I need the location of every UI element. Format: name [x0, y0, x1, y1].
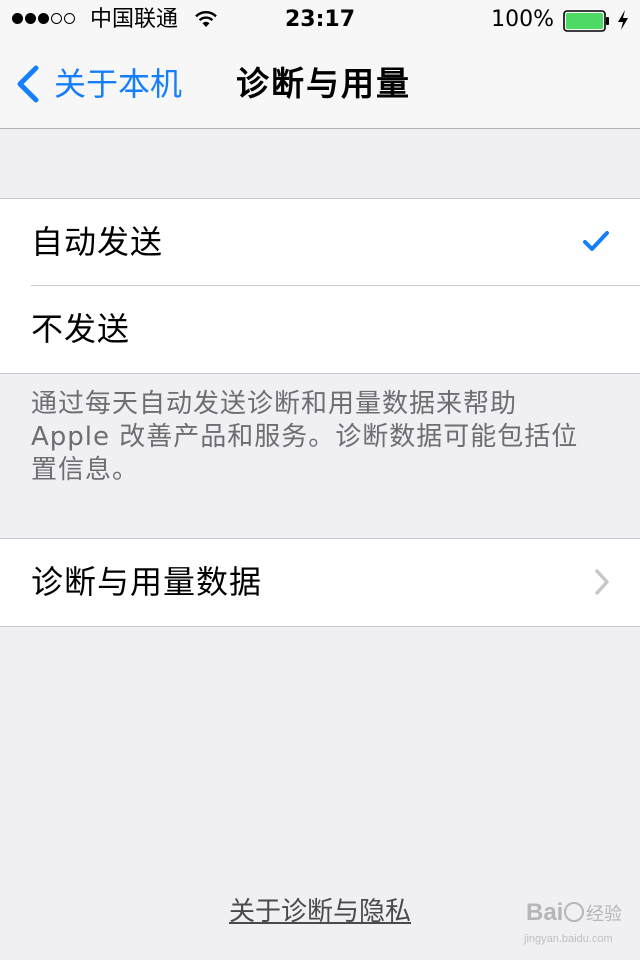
- diagnostics-data-row[interactable]: 诊断与用量数据: [0, 539, 640, 626]
- option-label: 自动发送: [31, 223, 164, 261]
- battery-icon: [563, 10, 609, 32]
- back-button[interactable]: 关于本机: [14, 62, 182, 106]
- charging-bolt-icon: [618, 10, 628, 30]
- chevron-right-icon: [595, 569, 609, 595]
- chevron-left-icon: [17, 65, 39, 103]
- status-bar: 中国联通 23:17 100%: [0, 0, 640, 40]
- back-button-label: 关于本机: [54, 65, 183, 103]
- battery-percent: 100%: [491, 7, 554, 32]
- navigation-bar: 关于本机 诊断与用量: [0, 40, 640, 129]
- page-title: 诊断与用量: [236, 64, 411, 103]
- diagnostics-data-group: 诊断与用量数据: [0, 538, 640, 627]
- baidu-jingyan-watermark: Bai 经验 jingyan.baidu.com: [523, 899, 622, 945]
- diagnostics-data-label: 诊断与用量数据: [31, 563, 263, 601]
- send-options-group: 自动发送 不发送: [0, 198, 640, 374]
- checkmark-icon: [583, 231, 609, 251]
- svg-text:经验: 经验: [586, 904, 622, 925]
- svg-text:jingyan.baidu.com: jingyan.baidu.com: [523, 933, 613, 945]
- option-label: 不发送: [31, 310, 131, 348]
- svg-text:Bai: Bai: [526, 899, 563, 926]
- option-dont-send[interactable]: 不发送: [0, 286, 640, 373]
- send-footer-note: 通过每天自动发送诊断和用量数据来帮助 Apple 改善产品和服务。诊断数据可能包…: [31, 389, 579, 485]
- option-auto-send[interactable]: 自动发送: [0, 199, 640, 286]
